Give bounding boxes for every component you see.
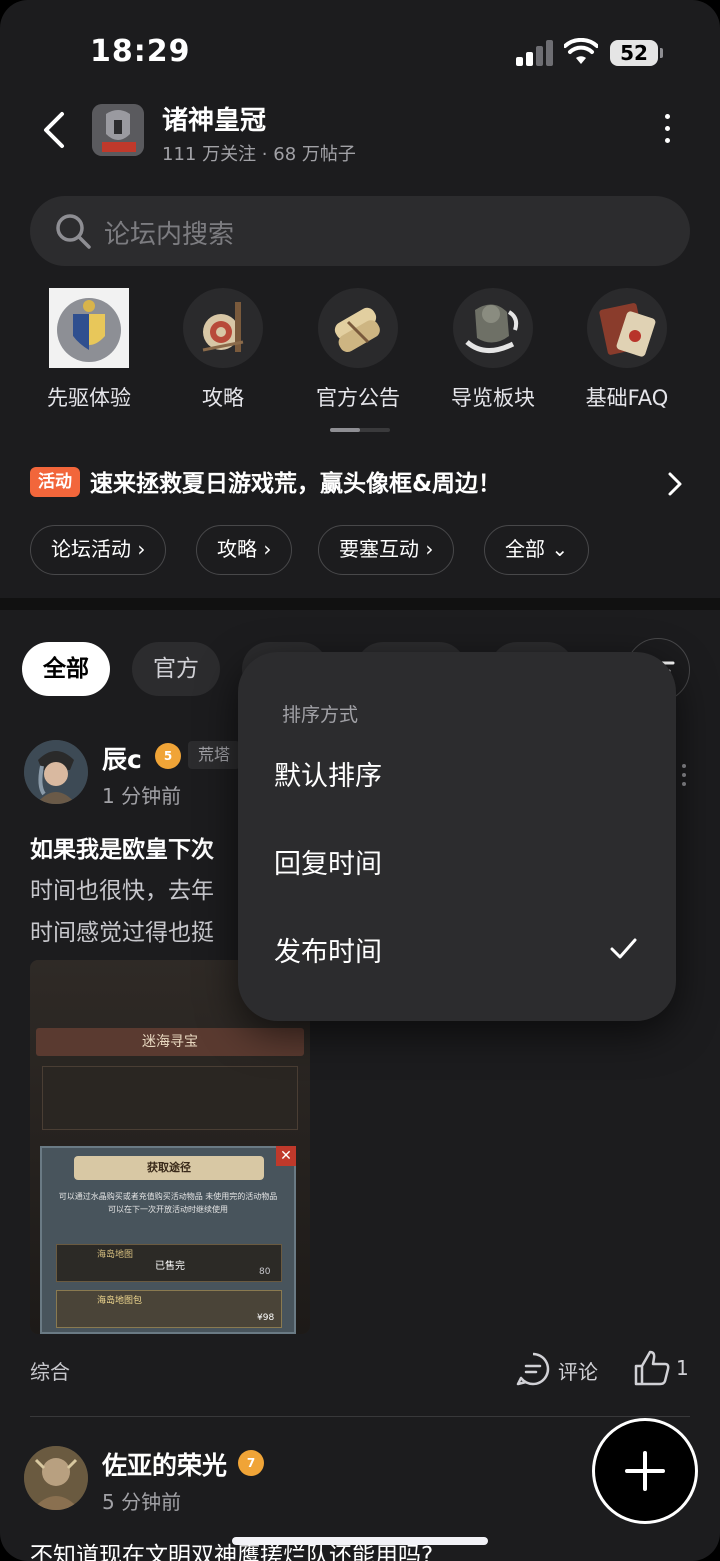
forum-screen: 18:29 52 诸神皇冠 111 万关注 · 68 万帖子 论坛内搜索 先驱体…: [0, 0, 720, 1561]
home-indicator: [232, 1537, 488, 1545]
image-dialog-desc: 可以通过水晶购买或者充值购买活动物品 未使用完的活动物品可以在下一次开放活动时继…: [58, 1192, 278, 1214]
like-count: 1: [676, 1356, 689, 1380]
image-item-name: 海岛地图: [97, 1250, 134, 1260]
post-body[interactable]: 时间也很快，去年 时间感觉过得也挺: [30, 870, 214, 954]
user-tag: 荒塔: [188, 741, 241, 769]
image-banner: 迷海寻宝: [36, 1028, 304, 1056]
scroll-icon: [318, 288, 398, 368]
chip-all[interactable]: 全部 ⌄: [484, 525, 590, 575]
post-title[interactable]: 如果我是欧皇下次: [30, 830, 214, 864]
sort-menu-header: 排序方式: [282, 704, 359, 726]
more-options-icon[interactable]: [652, 114, 682, 148]
level-badge: 7: [238, 1450, 264, 1476]
avatar[interactable]: [24, 1446, 88, 1510]
level-badge: 5: [155, 743, 181, 769]
chevron-right-icon[interactable]: [664, 470, 688, 498]
search-icon: [56, 214, 91, 249]
chip-fortress-interaction[interactable]: 要塞互动 ›: [318, 525, 455, 575]
sort-option-publish-time[interactable]: 发布时间: [274, 930, 644, 969]
book-icon: [587, 288, 667, 368]
image-item-status: 已售完: [155, 1261, 185, 1272]
forum-title: 诸神皇冠: [162, 106, 267, 136]
image-item-name: 海岛地图包: [97, 1296, 143, 1306]
battery-icon: 52: [610, 40, 663, 66]
category-label: 导览板块: [451, 386, 535, 410]
post-time: 1 分钟前: [102, 784, 182, 808]
activity-banner-text[interactable]: 速来拯救夏日游戏荒，赢头像框&周边！: [90, 464, 501, 498]
search-placeholder: 论坛内搜索: [104, 220, 235, 250]
armor-icon: [453, 288, 533, 368]
target-icon: [183, 288, 263, 368]
image-item-price: ¥98: [257, 1313, 275, 1323]
category-pioneer[interactable]: 先驱体验: [29, 288, 149, 412]
cellular-signal-icon: [516, 40, 553, 66]
category-label: 基础FAQ: [585, 386, 669, 410]
post-body-line: 时间也很快，去年: [30, 878, 214, 904]
section-divider: [0, 598, 720, 610]
search-input[interactable]: 论坛内搜索: [30, 196, 690, 266]
tab-all[interactable]: 全部: [22, 642, 110, 696]
chip-label: 攻略: [217, 537, 257, 561]
chip-label: 论坛活动: [51, 537, 131, 561]
thumbs-up-icon[interactable]: [632, 1348, 672, 1388]
category-label: 官方公告: [316, 386, 400, 410]
post-body-line: 时间感觉过得也挺: [30, 920, 214, 946]
wifi-icon: [564, 38, 598, 64]
chip-label: 要塞互动: [339, 537, 419, 561]
activity-badge: 活动: [30, 467, 80, 497]
sort-menu: 排序方式 默认排序 回复时间 发布时间: [238, 652, 676, 1021]
category-announcements[interactable]: 官方公告: [298, 288, 418, 412]
comment-label[interactable]: 评论: [558, 1356, 598, 1385]
tab-official[interactable]: 官方: [132, 642, 220, 696]
plus-icon: [625, 1451, 665, 1491]
post-separator: [30, 1416, 690, 1417]
close-icon: ✕: [276, 1146, 296, 1166]
category-navigation[interactable]: 导览板块: [433, 288, 553, 412]
new-post-button[interactable]: [592, 1418, 698, 1524]
sort-option-default[interactable]: 默认排序: [274, 754, 644, 793]
post-more-icon[interactable]: [682, 764, 686, 791]
post-category[interactable]: 综合: [30, 1356, 70, 1385]
status-bar: 18:29 52: [0, 0, 720, 100]
chip-forum-activity[interactable]: 论坛活动 ›: [30, 525, 167, 575]
category-scroll-indicator: [330, 428, 390, 432]
sort-option-reply-time[interactable]: 回复时间: [274, 842, 644, 881]
post-author[interactable]: 辰c: [102, 740, 142, 776]
image-item-price: 80: [259, 1267, 271, 1277]
category-label: 攻略: [202, 386, 244, 410]
checkmark-icon: [610, 938, 637, 959]
forum-avatar[interactable]: [92, 104, 144, 156]
category-label: 先驱体验: [47, 386, 131, 410]
category-faq[interactable]: 基础FAQ: [567, 288, 687, 412]
chip-guide[interactable]: 攻略 ›: [196, 525, 293, 575]
forum-meta: 111 万关注 · 68 万帖子: [162, 144, 356, 165]
post-author[interactable]: 佐亚的荣光: [102, 1446, 227, 1482]
post-time: 5 分钟前: [102, 1490, 182, 1514]
avatar[interactable]: [24, 740, 88, 804]
category-guide[interactable]: 攻略: [163, 288, 283, 412]
back-icon[interactable]: [36, 108, 76, 152]
shield-icon: [49, 288, 129, 368]
comment-icon[interactable]: [514, 1350, 552, 1388]
image-dialog-title: 获取途径: [74, 1156, 264, 1180]
chip-label: 全部: [505, 537, 545, 561]
status-time: 18:29: [90, 34, 191, 69]
